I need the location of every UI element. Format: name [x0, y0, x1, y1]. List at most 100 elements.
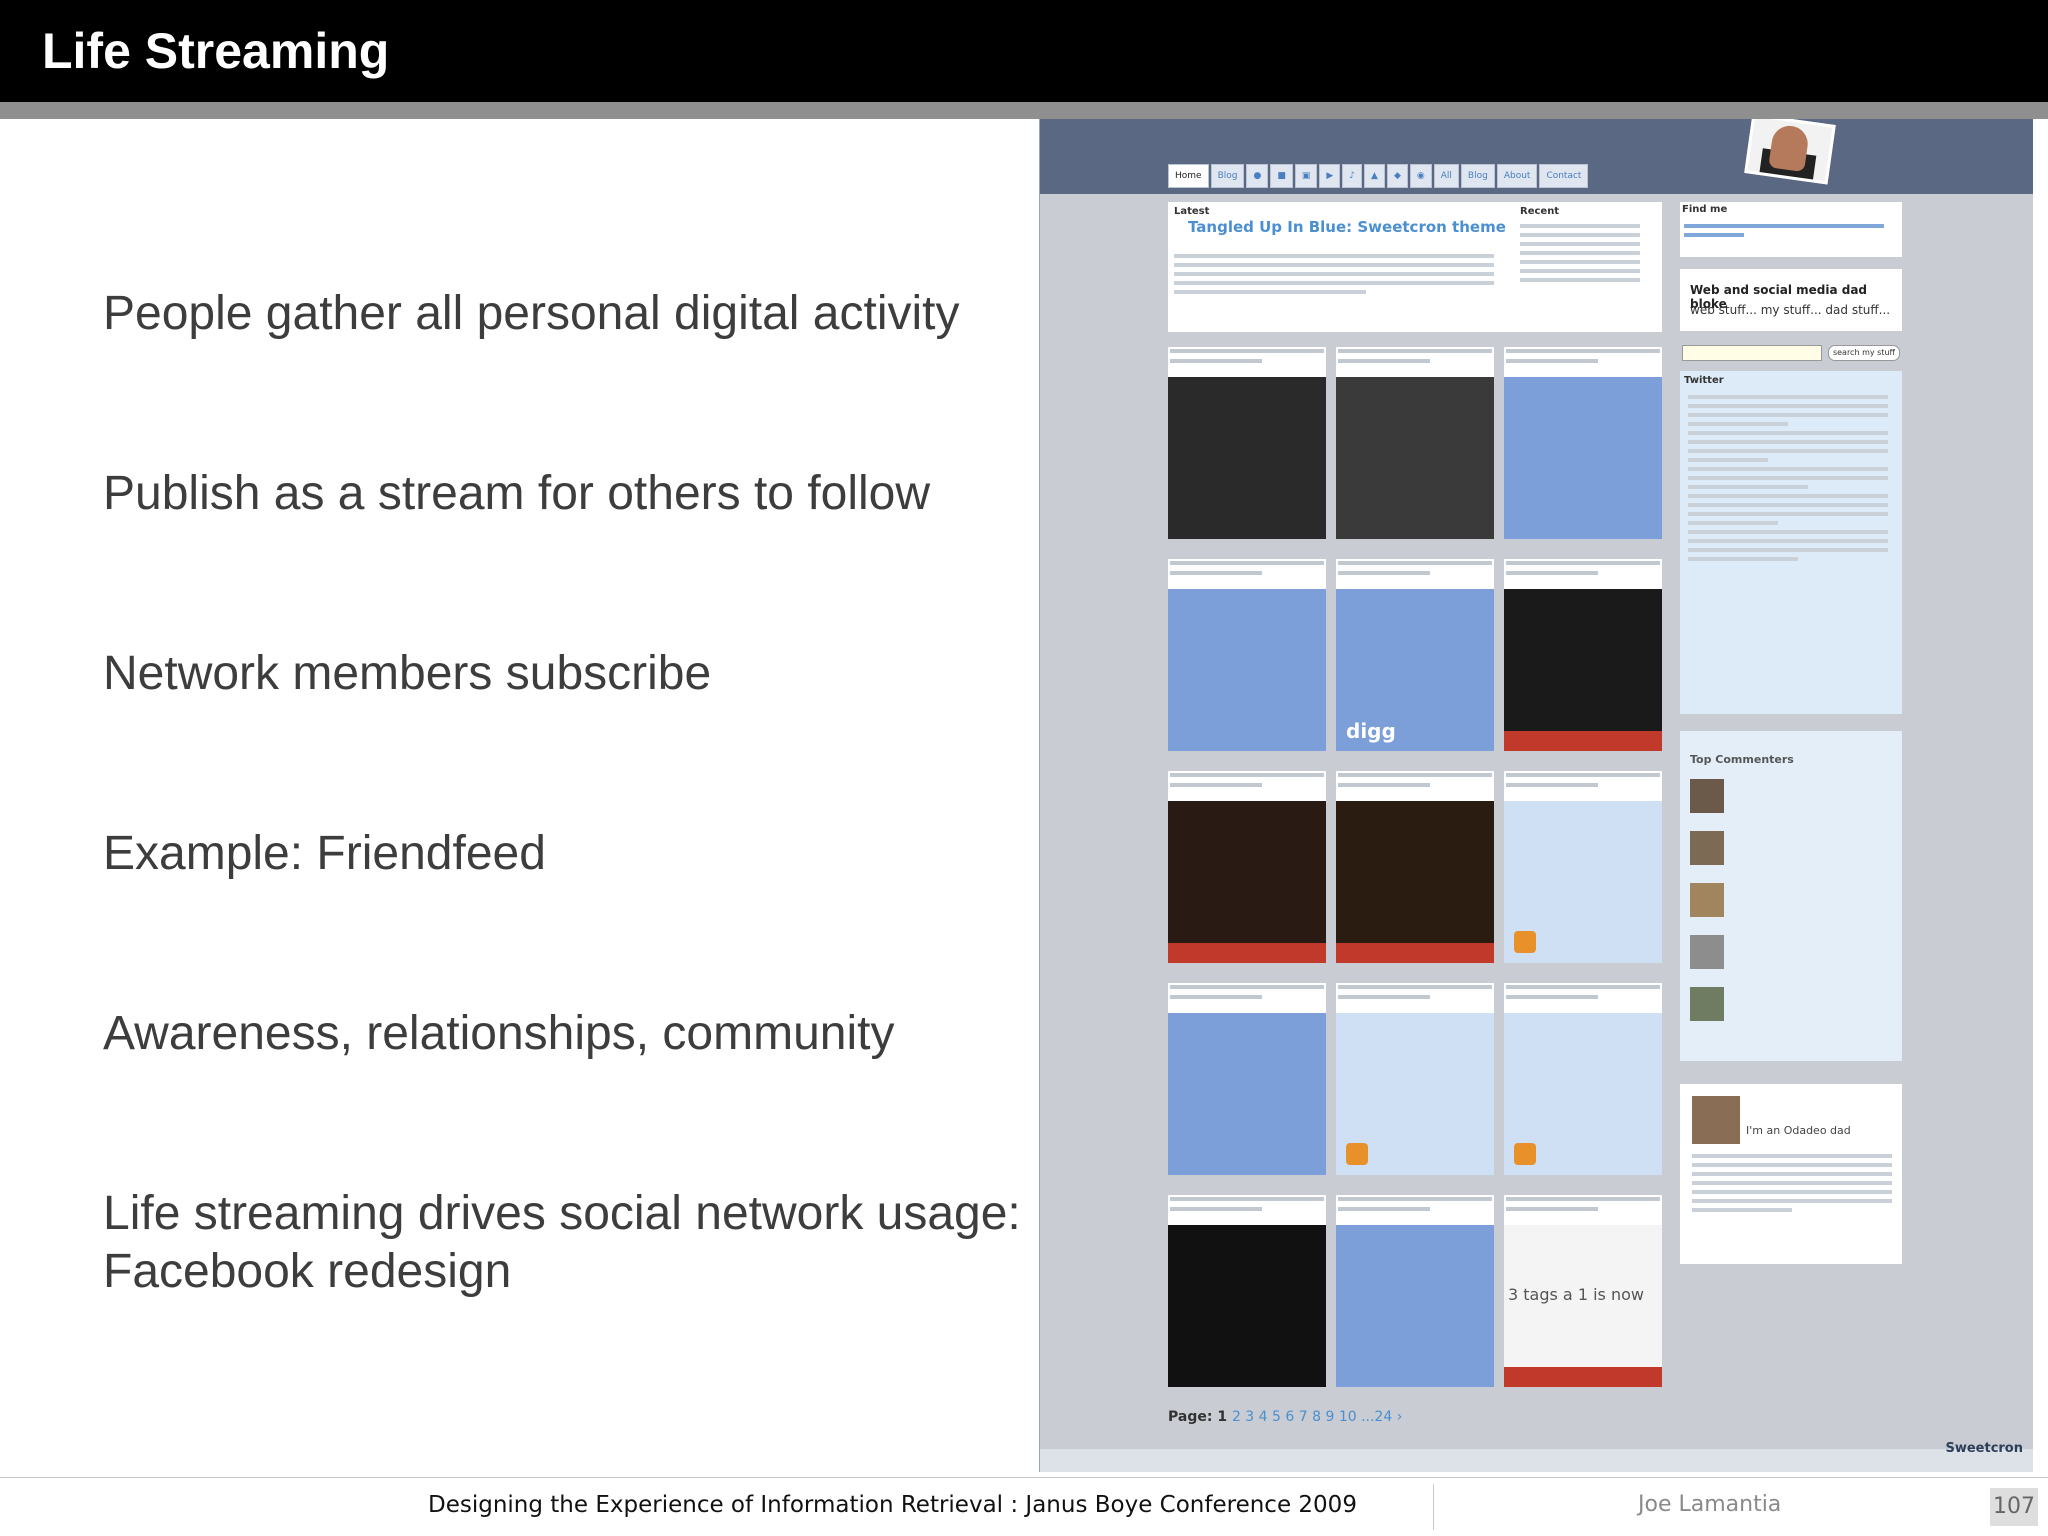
singer-photo [1336, 377, 1494, 539]
slide-page-number: 107 [1990, 1488, 2038, 1526]
find-me-label: Find me [1682, 204, 1728, 215]
search-input[interactable] [1682, 345, 1822, 361]
nav-tab-rss-icon[interactable]: ◉ [1409, 164, 1432, 188]
stream-tile[interactable] [1504, 347, 1662, 539]
rss-post [1504, 1013, 1662, 1175]
stream-tile[interactable] [1168, 559, 1326, 751]
screenshot-nav-tabs: Home Blog ● ■ ▣ ▶ ♪ ▲ ◆ ◉ All Blog About… [1168, 164, 1589, 188]
search-button[interactable]: search my stuff [1828, 345, 1900, 361]
bullet-5: Awareness, relationships, community [103, 1007, 895, 1060]
stream-tile[interactable] [1504, 559, 1662, 751]
dad-avatar [1692, 1096, 1740, 1144]
nav-tab-lastfm-icon[interactable]: ♪ [1342, 164, 1363, 188]
bookmark-post [1504, 377, 1662, 539]
bullet-1: People gather all personal digital activ… [103, 287, 960, 340]
commenter-avatar [1690, 831, 1724, 865]
rss-post [1504, 801, 1662, 963]
tags-video-text: 3 tags a 1 is now [1508, 1285, 1644, 1304]
bullet-2: Publish as a stream for others to follow [103, 467, 931, 520]
nav-tab-blog[interactable]: Blog [1210, 164, 1245, 188]
latest-post-panel: Latest Tangled Up In Blue: Sweetcron the… [1168, 202, 1662, 332]
nav-tab-all[interactable]: All [1433, 164, 1459, 188]
stream-tile[interactable]: digg [1336, 559, 1494, 751]
stream-tile[interactable] [1168, 771, 1326, 963]
bullet-4: Example: Friendfeed [103, 827, 546, 880]
tagline-subtitle: web stuff... my stuff... dad stuff... [1690, 303, 1891, 317]
bullet-3: Network members subscribe [103, 647, 712, 700]
commenter-avatar [1690, 987, 1724, 1021]
latest-post-title[interactable]: Tangled Up In Blue: Sweetcron theme [1188, 218, 1506, 236]
video-caption-bar [1336, 943, 1494, 963]
pagination: Page: 1 2 3 4 5 6 7 8 9 10 ...24 › [1168, 1409, 1402, 1425]
avatar-photo [1744, 119, 1836, 185]
video-player[interactable] [1504, 589, 1662, 751]
footer-separator [1433, 1484, 1434, 1530]
screenshot-footer [1040, 1449, 2033, 1472]
nav-tab-link-icon[interactable]: ◆ [1386, 164, 1408, 188]
stream-tile[interactable] [1336, 983, 1494, 1175]
bookmark-post [1168, 1013, 1326, 1175]
stream-tile[interactable] [1168, 983, 1326, 1175]
bookmark-post [1168, 589, 1326, 751]
top-commenters-panel: Top Commenters [1680, 731, 1902, 1061]
video-player[interactable]: 3 tags a 1 is now [1504, 1225, 1662, 1387]
footer-divider [0, 1477, 2048, 1478]
sweetcron-screenshot: Home Blog ● ■ ▣ ▶ ♪ ▲ ◆ ◉ All Blog About… [1039, 119, 2033, 1472]
twitter-panel: Twitter [1680, 371, 1902, 714]
rss-icon [1514, 931, 1536, 953]
guitar-photo [1168, 377, 1326, 539]
nav-tab-about[interactable]: About [1496, 164, 1538, 188]
search-row: search my stuff [1680, 345, 1902, 361]
nav-tab-video-icon[interactable]: ▶ [1319, 164, 1341, 188]
twitter-label: Twitter [1684, 375, 1724, 386]
rss-post [1336, 1013, 1494, 1175]
nav-tab-delicious-icon[interactable]: ■ [1270, 164, 1293, 188]
footer-author: Joe Lamantia [1638, 1492, 1782, 1517]
slide-title: Life Streaming [42, 23, 390, 79]
sweetcron-logo: Sweetcron [1945, 1441, 2023, 1456]
stream-tile[interactable]: 3 tags a 1 is now [1504, 1195, 1662, 1387]
slide-title-bar: Life Streaming [0, 0, 2048, 102]
title-underline-strip [0, 102, 2048, 119]
video-caption-bar [1504, 1367, 1662, 1387]
nav-tab-flickr-icon[interactable]: ● [1246, 164, 1269, 188]
stream-tile[interactable] [1336, 1195, 1494, 1387]
word-cloud-image [1168, 1225, 1326, 1387]
about-dad-panel: I'm an Odadeo dad [1680, 1084, 1902, 1264]
pager-label: Page: [1168, 1409, 1213, 1425]
stream-tile[interactable] [1168, 1195, 1326, 1387]
pager-current: 1 [1217, 1409, 1228, 1425]
video-caption-bar [1504, 731, 1662, 751]
recent-label: Recent [1520, 206, 1560, 217]
nav-tab-contact[interactable]: Contact [1539, 164, 1589, 188]
stream-tile[interactable] [1504, 983, 1662, 1175]
bookmark-post [1336, 1225, 1494, 1387]
bullet-6-line-1: Life streaming drives social network usa… [103, 1187, 1021, 1240]
video-player[interactable] [1168, 801, 1326, 963]
stream-tile[interactable] [1336, 347, 1494, 539]
video-caption-bar [1168, 943, 1326, 963]
footer-conference: Designing the Experience of Information … [428, 1492, 1357, 1518]
digg-post: digg [1336, 589, 1494, 751]
nav-tab-digg-icon[interactable]: ▲ [1364, 164, 1385, 188]
commenter-avatar [1690, 883, 1724, 917]
nav-tab-photo-icon[interactable]: ▣ [1294, 164, 1318, 188]
nav-tab-home[interactable]: Home [1168, 164, 1209, 188]
stream-tile[interactable] [1336, 771, 1494, 963]
dad-label: I'm an Odadeo dad [1746, 1124, 1851, 1137]
bullet-6-line-2: Facebook redesign [103, 1245, 512, 1298]
latest-label: Latest [1174, 206, 1210, 217]
commenter-avatar [1690, 779, 1724, 813]
stream-tile[interactable] [1504, 771, 1662, 963]
find-me-panel: Find me [1680, 202, 1902, 257]
rss-icon [1514, 1143, 1536, 1165]
video-player[interactable] [1336, 801, 1494, 963]
stream-tile[interactable] [1168, 347, 1326, 539]
rss-icon [1346, 1143, 1368, 1165]
pager-links[interactable]: 2 3 4 5 6 7 8 9 10 ...24 › [1232, 1409, 1402, 1425]
tagline-panel: Web and social media dad bloke web stuff… [1680, 269, 1902, 331]
nav-tab-blog-feed[interactable]: Blog [1460, 164, 1495, 188]
digg-logo: digg [1346, 719, 1396, 743]
commenter-avatar [1690, 935, 1724, 969]
top-commenters-label: Top Commenters [1690, 753, 1794, 766]
